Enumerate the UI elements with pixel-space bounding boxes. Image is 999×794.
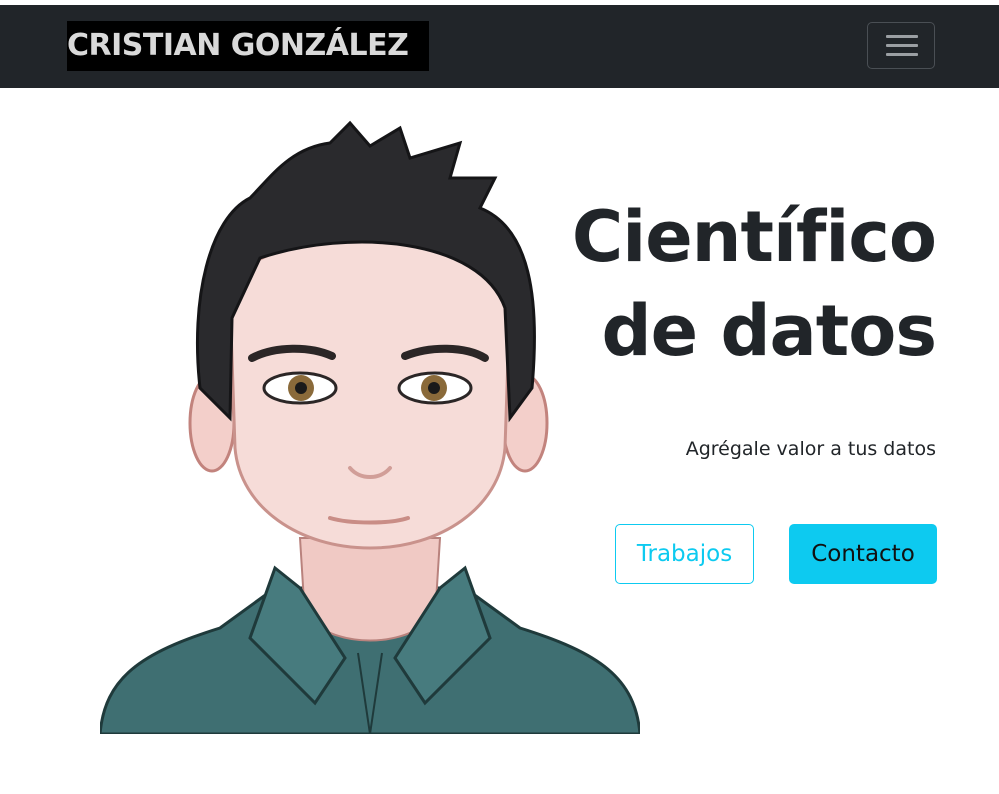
brand-logo[interactable]: CRISTIAN GONZÁLEZ [67,21,429,71]
navbar: CRISTIAN GONZÁLEZ [0,5,999,88]
contact-button[interactable]: Contacto [789,524,937,584]
works-button[interactable]: Trabajos [615,524,754,584]
hero-title: Científico de datos [516,190,937,378]
hamburger-menu-icon [886,35,918,57]
hero-title-line-2: de datos [601,290,937,372]
hero-subtitle: Agrégale valor a tus datos [685,438,936,460]
hero-title-line-1: Científico [571,196,937,278]
navbar-toggler-button[interactable] [867,22,935,69]
